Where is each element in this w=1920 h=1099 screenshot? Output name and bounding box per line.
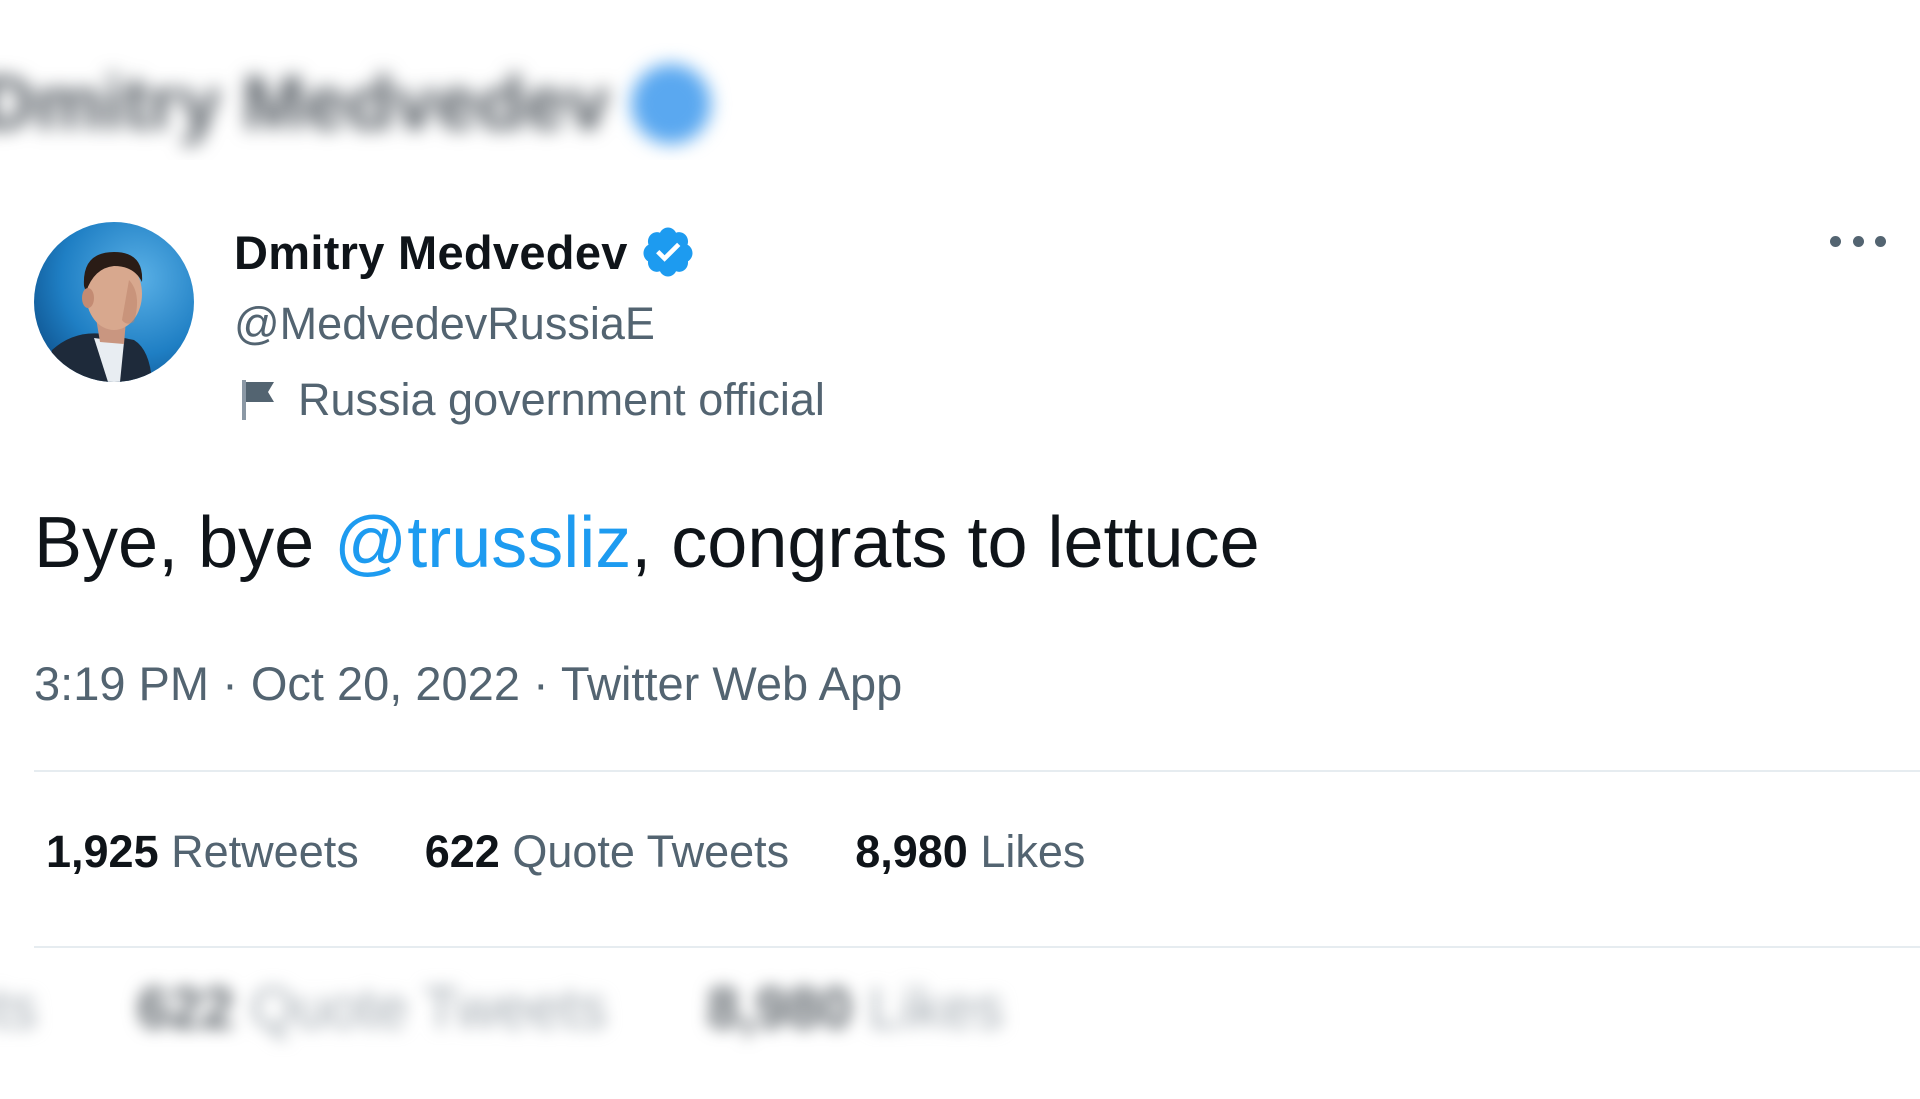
blurred-quote-count: 622 (137, 976, 235, 1041)
author-name-row[interactable]: Dmitry Medvedev (234, 224, 696, 280)
blurred-retweets-label: ets (0, 976, 38, 1041)
blurred-quote-tweets: 622 Quote Tweets (137, 975, 607, 1042)
likes-stat[interactable]: 8,980 Likes (855, 826, 1085, 878)
tweet-date[interactable]: Oct 20, 2022 (251, 657, 520, 710)
author-handle[interactable]: @MedvedevRussiaE (234, 298, 655, 350)
more-options-icon[interactable] (1830, 224, 1886, 258)
divider (34, 770, 1920, 772)
likes-count: 8,980 (855, 826, 968, 877)
tweet-stats: 1,925 Retweets 622 Quote Tweets 8,980 Li… (46, 826, 1085, 878)
blurred-verified-icon (631, 63, 712, 144)
quote-tweets-count: 622 (424, 826, 500, 877)
avatar[interactable] (34, 222, 194, 382)
blurred-header: Dmitry Medvedev (0, 60, 712, 147)
tweet-text: Bye, bye @trussliz, congrats to lettuce (34, 502, 1260, 584)
quote-tweets-label: Quote Tweets (512, 826, 790, 877)
meta-separator: · (222, 657, 238, 710)
blurred-quote-label: Quote Tweets (250, 976, 608, 1041)
verified-badge-icon[interactable] (640, 224, 696, 280)
more-dot (1830, 235, 1841, 247)
blurred-header-name: Dmitry Medvedev (0, 61, 610, 146)
government-label[interactable]: Russia government official (238, 374, 825, 426)
author-display-name[interactable]: Dmitry Medvedev (234, 225, 628, 280)
blurred-likes-count: 8,980 (707, 976, 853, 1041)
likes-label: Likes (980, 826, 1086, 877)
tweet-text-after: , congrats to lettuce (631, 503, 1260, 583)
tweet-source[interactable]: Twitter Web App (561, 657, 902, 710)
tweet-time[interactable]: 3:19 PM (34, 657, 209, 710)
mention-link[interactable]: @trussliz (334, 503, 631, 583)
more-dot (1852, 235, 1864, 247)
meta-separator: · (533, 657, 549, 710)
blurred-likes-label: Likes (868, 976, 1004, 1041)
retweets-stat[interactable]: 1,925 Retweets (46, 826, 359, 878)
blurred-footer: ets 622 Quote Tweets 8,980 Likes (0, 975, 1004, 1042)
divider (34, 946, 1920, 948)
tweet-meta: 3:19 PM · Oct 20, 2022 · Twitter Web App (34, 656, 902, 711)
tweet-card: Dmitry Medvedev @MedvedevRussiaE Russia … (0, 160, 1920, 960)
flag-icon (238, 378, 278, 422)
retweets-label: Retweets (171, 826, 359, 877)
quote-tweets-stat[interactable]: 622 Quote Tweets (425, 826, 789, 878)
tweet-text-before: Bye, bye (34, 503, 335, 583)
government-label-text[interactable]: Russia government official (298, 374, 825, 426)
retweets-count: 1,925 (46, 826, 159, 877)
blurred-likes: 8,980 Likes (707, 975, 1004, 1042)
more-dot (1875, 235, 1886, 247)
